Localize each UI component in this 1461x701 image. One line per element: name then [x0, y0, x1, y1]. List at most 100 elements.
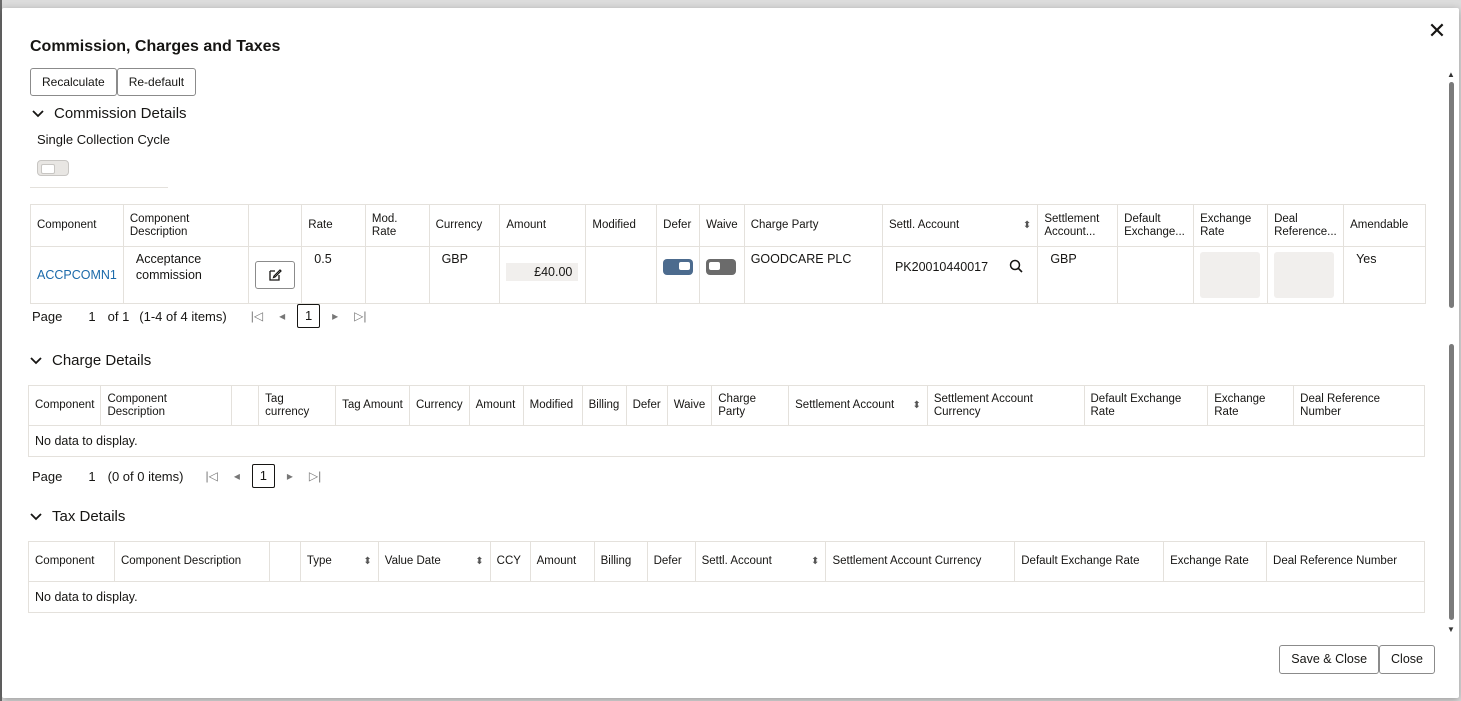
col-currency: Currency [408, 385, 470, 426]
first-page-icon[interactable]: |◁ [205, 469, 217, 483]
table-row: ACCPCOMN1 Acceptance commission 0.5 GBP … [30, 246, 1426, 304]
col-settlement-account[interactable]: Settlement Account ⬍ [788, 385, 928, 426]
col-exchange-rate: Exchange Rate [1207, 385, 1295, 426]
rate-value: 0.5 [301, 246, 366, 304]
col-value-date-label: Value Date [384, 555, 441, 567]
component-link[interactable]: ACCPCOMN1 [37, 268, 117, 282]
modified-value [585, 246, 658, 304]
close-icon[interactable]: ✕ [1425, 20, 1449, 44]
col-tag-amount: Tag Amount [335, 385, 410, 426]
deal-reference-field[interactable] [1274, 252, 1335, 298]
col-component: Component [28, 541, 115, 582]
col-component-description: Component Description [113, 541, 270, 582]
prev-page-icon[interactable]: ◂ [234, 469, 240, 483]
close-button[interactable]: Close [1379, 645, 1435, 674]
scroll-thumb-lower[interactable] [1449, 344, 1454, 620]
page-items: (1-4 of 4 items) [139, 308, 227, 324]
divider [30, 187, 168, 188]
col-billing: Billing [581, 385, 627, 426]
col-currency: Currency [428, 204, 501, 247]
currency-value: GBP [428, 246, 501, 304]
last-page-icon[interactable]: ▷| [354, 309, 366, 323]
prev-page-icon[interactable]: ◂ [279, 309, 285, 323]
tax-table: Component Component Description Type ⬍ V… [28, 541, 1425, 613]
tax-section-title: Tax Details [52, 508, 126, 525]
settl-account-value[interactable]: PK20010440017 [895, 260, 988, 274]
single-collection-label: Single Collection Cycle [37, 132, 170, 147]
toolbar: Recalculate Re-default [30, 68, 197, 96]
footer-actions: Save & Close Close [1279, 645, 1435, 674]
chevron-down-icon [30, 356, 44, 365]
sort-icon[interactable]: ⬍ [1023, 219, 1031, 232]
col-tag-currency: Tag currency [258, 385, 337, 426]
charge-section-header[interactable]: Charge Details [30, 352, 151, 369]
col-exchange-rate: Exchange Rate [1163, 541, 1268, 582]
page-label: Page [32, 308, 63, 324]
col-ccy: CCY [489, 541, 531, 582]
col-defer: Defer [625, 385, 668, 426]
exchange-rate-field[interactable] [1200, 252, 1261, 298]
col-settl-account[interactable]: Settl. Account ⬍ [694, 541, 827, 582]
col-component-description: Component Description [100, 385, 233, 426]
col-modified: Modified [522, 385, 583, 426]
col-settl-account-label: Settl. Account [888, 219, 960, 231]
scroll-down-icon[interactable]: ▼ [1447, 625, 1455, 634]
col-amendable: Amendable [1343, 204, 1426, 247]
amount-field[interactable]: £40.00 [506, 263, 579, 281]
empty-message: No data to display. [28, 581, 1425, 613]
col-blank [268, 541, 301, 582]
col-defer: Defer [656, 204, 701, 247]
scroll-track[interactable] [1448, 82, 1454, 622]
current-page-button[interactable]: 1 [251, 464, 275, 488]
current-page-button[interactable]: 1 [297, 304, 321, 328]
search-icon[interactable] [1009, 259, 1023, 277]
charge-table: Component Component Description Tag curr… [27, 385, 1425, 457]
component-description: Acceptance commission [122, 246, 250, 304]
sort-icon[interactable]: ⬍ [363, 555, 371, 568]
save-close-button[interactable]: Save & Close [1279, 645, 1380, 674]
redefault-button[interactable]: Re-default [116, 68, 197, 96]
col-waive: Waive [666, 385, 713, 426]
defer-toggle[interactable] [663, 259, 694, 275]
page-of: of 1 [107, 308, 130, 324]
col-settl-account[interactable]: Settl. Account ⬍ [881, 204, 1039, 247]
single-collection-toggle[interactable] [37, 160, 69, 176]
col-edit [248, 204, 303, 247]
charge-section-title: Charge Details [52, 352, 152, 369]
edit-button[interactable] [255, 261, 296, 289]
recalculate-button[interactable]: Recalculate [30, 68, 117, 96]
commission-charges-taxes-dialog: ✕ Commission, Charges and Taxes Recalcul… [2, 8, 1459, 698]
chevron-down-icon [32, 109, 46, 118]
commission-table: Component Component Description Rate Mod… [30, 204, 1426, 304]
col-component: Component [30, 204, 124, 247]
scroll-up-icon[interactable]: ▲ [1447, 70, 1455, 79]
edit-icon [269, 269, 283, 281]
sort-icon[interactable]: ⬍ [475, 555, 483, 568]
page-label: Page [32, 468, 63, 484]
next-page-icon[interactable]: ▸ [287, 469, 293, 483]
next-page-icon[interactable]: ▸ [332, 309, 338, 323]
page-items: (0 of 0 items) [107, 468, 184, 484]
vertical-scrollbar[interactable]: ▲ ▼ [1447, 70, 1455, 634]
col-settl-account-label: Settl. Account [701, 555, 772, 567]
mod-rate-value [364, 246, 430, 304]
default-exchange-value [1117, 246, 1195, 304]
col-component: Component [27, 385, 102, 426]
col-modified: Modified [585, 204, 658, 247]
sort-icon[interactable]: ⬍ [811, 555, 819, 568]
col-deal-reference-number: Deal Reference Number [1293, 385, 1425, 426]
waive-toggle[interactable] [706, 259, 737, 275]
col-blank [231, 385, 260, 426]
col-type[interactable]: Type ⬍ [299, 541, 379, 582]
dialog-title: Commission, Charges and Taxes [30, 38, 281, 55]
sort-icon[interactable]: ⬍ [912, 399, 920, 412]
commission-section-header[interactable]: Commission Details [32, 105, 187, 122]
tax-section-header[interactable]: Tax Details [30, 508, 125, 525]
scroll-thumb[interactable] [1449, 82, 1454, 308]
col-settlement-account-currency: Settlement Account Currency [825, 541, 1016, 582]
col-amount: Amount [529, 541, 595, 582]
first-page-icon[interactable]: |◁ [251, 309, 263, 323]
last-page-icon[interactable]: ▷| [309, 469, 321, 483]
col-settlement-account-currency: Settlement Account Currency [926, 385, 1085, 426]
col-value-date[interactable]: Value Date ⬍ [377, 541, 491, 582]
